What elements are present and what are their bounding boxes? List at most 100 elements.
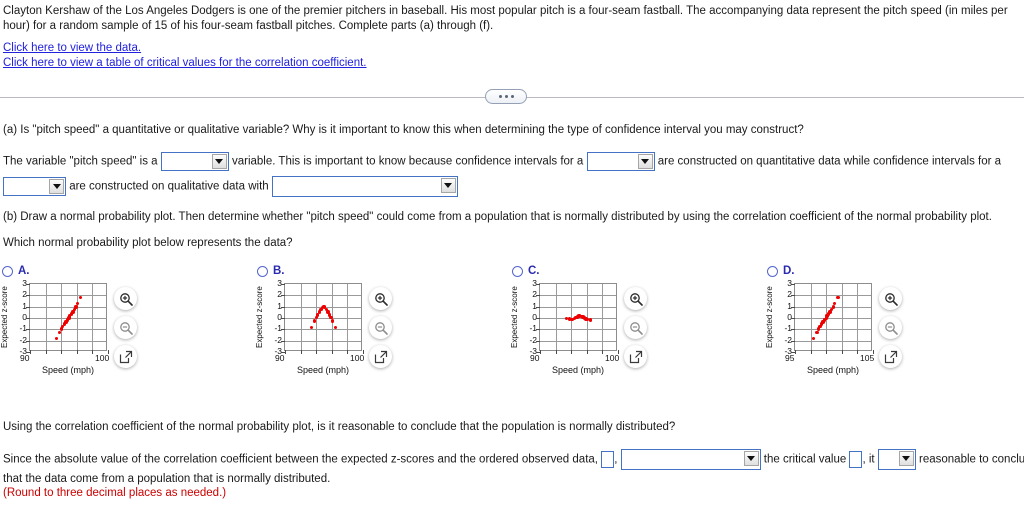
y-axis-tick [281, 295, 285, 297]
y-axis-ticks: 3 2 1 0 -1 -2 -3 [14, 278, 27, 356]
gridline-horizontal [795, 318, 871, 319]
part-a-answer-row2: are constructed on qualitative data with [3, 176, 458, 197]
gridline-horizontal [540, 340, 616, 342]
variable-type-dropdown[interactable] [160, 152, 229, 171]
qualitative-interval-dropdown[interactable] [3, 177, 66, 196]
y-tick-label: -2 [274, 334, 282, 345]
expand-icon[interactable] [879, 345, 902, 368]
expand-icon[interactable] [624, 345, 647, 368]
chevron-down-icon [49, 179, 64, 194]
x-axis-ticks: 90 100 [12, 353, 127, 365]
y-axis-tick [26, 329, 30, 331]
y-tick-label: -1 [529, 323, 537, 334]
answer-option-c[interactable]: C. Expected z-score 3 2 1 0 -1 -2 -3 90 100 Speed (… [510, 265, 760, 390]
gridline-horizontal [30, 340, 106, 342]
gridline-horizontal [285, 329, 361, 331]
followup-text-seg1: Since the absolute value of the correlat… [3, 453, 598, 466]
quantitative-interval-dropdown[interactable] [586, 152, 655, 171]
view-critical-values-link[interactable]: Click here to view a table of critical v… [3, 56, 367, 71]
gridline-horizontal [285, 295, 361, 297]
option-label-c: C. [528, 265, 540, 277]
gridline-horizontal [540, 329, 616, 331]
y-tick-label: -1 [19, 323, 27, 334]
gridline-horizontal [795, 340, 871, 342]
part-b-prompt: Which normal probability plot below repr… [3, 237, 293, 249]
zoom-in-icon[interactable] [114, 287, 137, 310]
y-axis-label: Expected z-score [765, 286, 774, 348]
data-point [833, 301, 837, 306]
radio-button-b[interactable] [257, 265, 268, 277]
y-axis-tick [791, 329, 795, 331]
part-a-question: (a) Is "pitch speed" a quantitative or q… [3, 124, 804, 136]
x-axis-label: Speed (mph) [806, 365, 860, 375]
y-tick-label: -2 [784, 334, 792, 345]
zoom-out-icon[interactable] [369, 316, 392, 339]
data-point [836, 295, 840, 299]
dot-icon [498, 95, 502, 98]
gridline-horizontal [285, 318, 361, 319]
answer-option-d[interactable]: D. Expected z-score 3 2 1 0 -1 -2 -3 95 105 Speed (… [765, 265, 1015, 390]
zoom-out-icon[interactable] [624, 316, 647, 339]
x-tick-label: 95 [785, 353, 795, 363]
view-data-link[interactable]: Click here to view the data. [3, 41, 367, 56]
zoom-out-icon[interactable] [114, 316, 137, 339]
option-b-header[interactable]: B. [257, 265, 285, 277]
gridline-horizontal [30, 306, 106, 308]
zoom-out-icon[interactable] [879, 316, 902, 339]
x-tick-label: 100 [605, 353, 620, 363]
expand-icon[interactable] [114, 345, 137, 368]
resource-links: Click here to view the data. Click here … [3, 41, 367, 71]
critical-value-input[interactable] [849, 451, 863, 468]
x-tick-label: 105 [860, 353, 875, 363]
chevron-down-icon [743, 451, 759, 466]
data-point [75, 301, 80, 306]
part-b-followup-answer-row: Since the absolute value of the correlat… [3, 449, 1024, 470]
plot-tools-c [624, 287, 650, 374]
radio-button-c[interactable] [512, 265, 523, 277]
y-axis-ticks: 3 2 1 0 -1 -2 -3 [779, 279, 792, 356]
gridline-horizontal [795, 329, 871, 331]
followup-text-seg2: the critical value [763, 453, 847, 466]
gridline-horizontal [30, 295, 106, 297]
x-axis-label: Speed (mph) [551, 365, 605, 375]
y-axis-tick [791, 295, 795, 297]
data-point [79, 295, 83, 299]
zoom-in-icon[interactable] [369, 287, 392, 310]
more-options-button[interactable] [485, 89, 527, 104]
option-d-header[interactable]: D. [767, 265, 795, 277]
option-c-header[interactable]: C. [512, 265, 540, 277]
y-axis-label: Expected z-score [255, 286, 264, 348]
is-reasonable-dropdown[interactable] [877, 449, 916, 470]
x-tick-label: 90 [530, 353, 540, 363]
y-tick-label: -2 [19, 334, 27, 345]
y-tick-label: 2 [277, 289, 282, 300]
qualitative-data-detail-dropdown[interactable] [271, 176, 458, 197]
data-point [330, 319, 335, 323]
zoom-in-icon[interactable] [879, 287, 902, 310]
gridline-horizontal [30, 329, 106, 331]
y-tick-label: 2 [532, 289, 537, 300]
dot-icon [504, 95, 508, 98]
radio-button-a[interactable] [2, 265, 13, 277]
y-axis-tick [281, 306, 285, 308]
y-axis-tick [536, 329, 540, 331]
answer-option-a[interactable]: A. Expected z-score 3 2 1 0 -1 -2 -3 90 100 Speed (… [0, 265, 250, 390]
y-tick-label: 3 [22, 278, 27, 288]
radio-button-d[interactable] [767, 265, 778, 277]
correlation-coefficient-input[interactable] [601, 451, 615, 468]
answer-option-b[interactable]: B. Expected z-score 3 2 1 0 -1 -2 -3 90 100 Speed (… [255, 265, 505, 390]
comparison-dropdown[interactable] [620, 449, 761, 470]
followup-comma2: , it [862, 453, 875, 466]
part-a-text-seg4: are constructed on qualitative data with [69, 180, 269, 193]
y-tick-label: 0 [787, 312, 792, 322]
y-tick-label: 1 [787, 300, 792, 311]
zoom-in-icon[interactable] [624, 287, 647, 310]
data-point [831, 305, 835, 309]
x-tick-label: 90 [275, 353, 285, 363]
expand-icon[interactable] [369, 345, 392, 368]
option-a-header[interactable]: A. [2, 265, 30, 277]
plot-tools-d [879, 287, 905, 374]
y-axis-tick [26, 284, 30, 285]
part-b-question: (b) Draw a normal probability plot. Then… [3, 211, 992, 223]
plot-grid [791, 283, 874, 354]
